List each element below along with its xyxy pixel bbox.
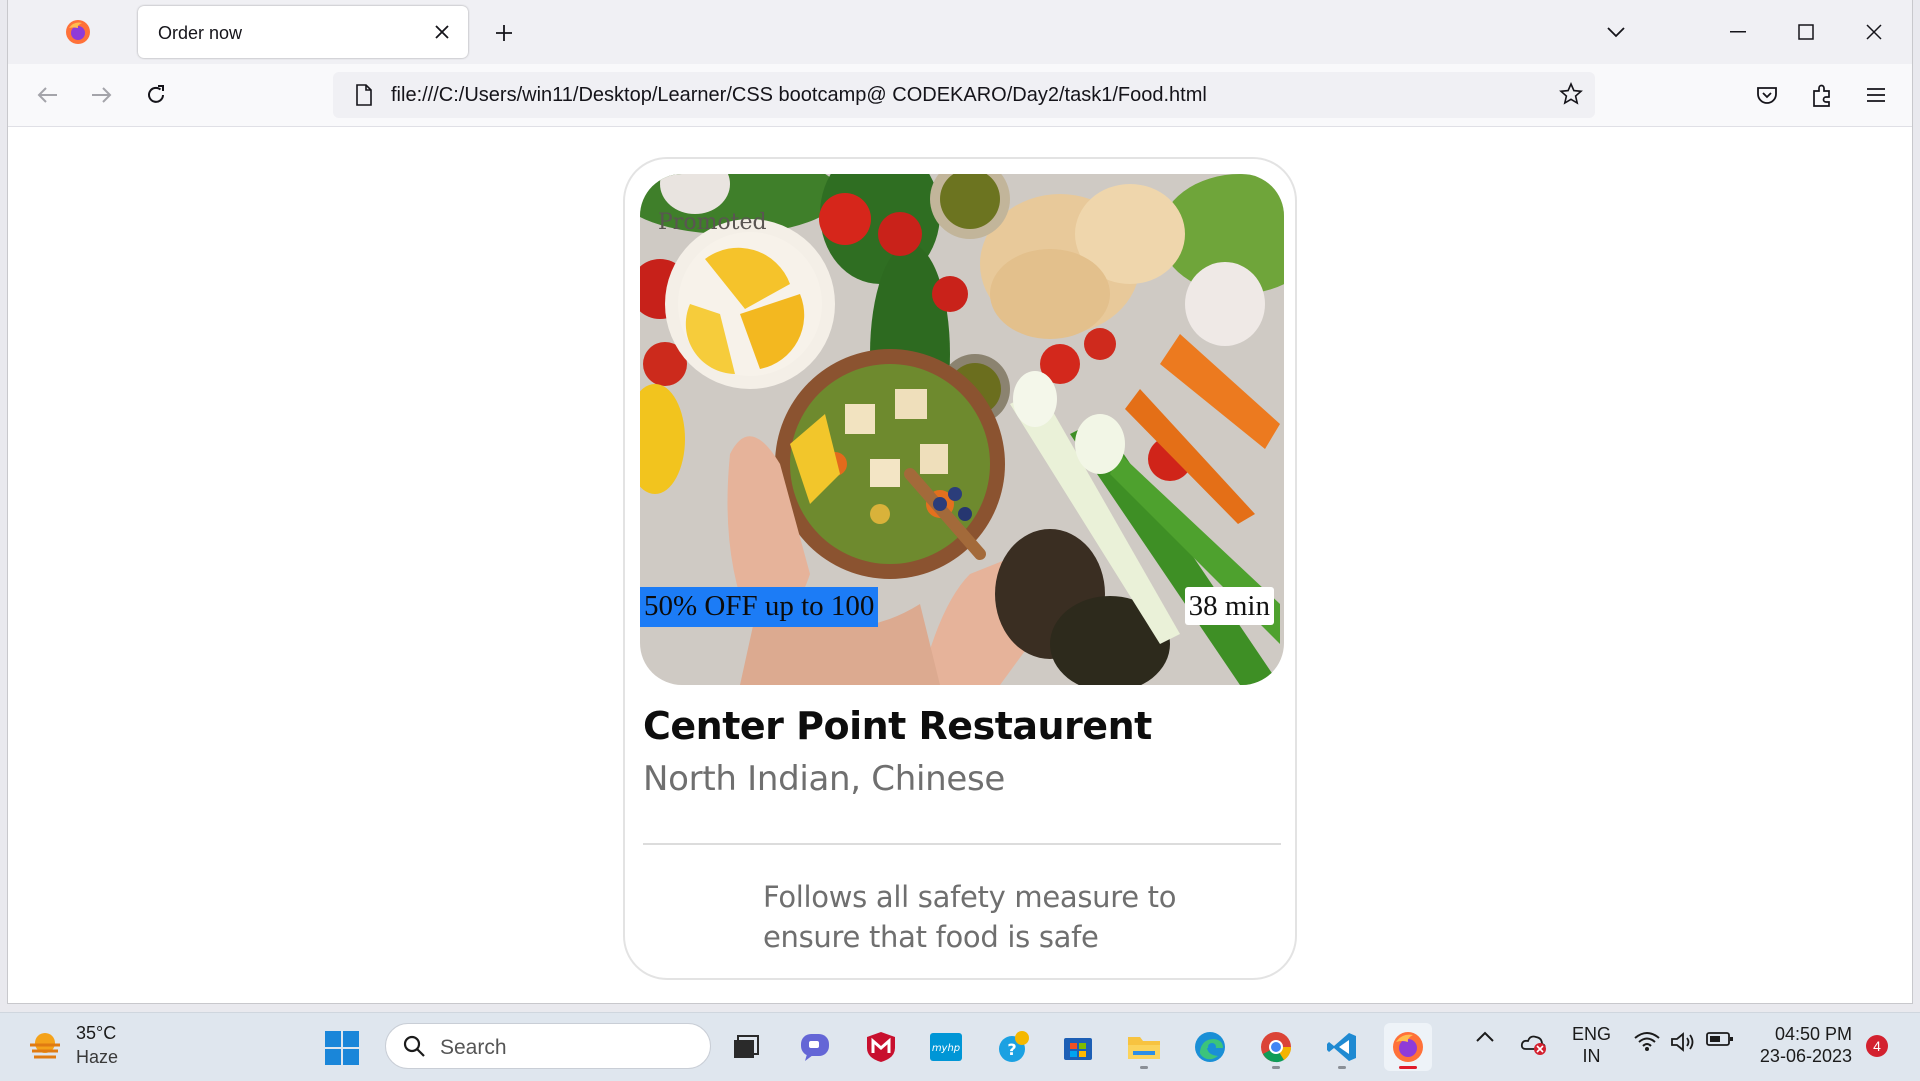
onedrive-error-icon[interactable] [1520,1031,1548,1055]
vscode-icon[interactable] [1318,1023,1366,1071]
notification-count-badge[interactable]: 4 [1866,1035,1888,1057]
running-indicator [1140,1066,1148,1069]
extensions-puzzle-icon[interactable] [1805,78,1839,112]
page-viewport: Promoted 50% OFF up to 100 38 min Center… [8,127,1912,1003]
url-text[interactable]: file:///C:/Users/win11/Desktop/Learner/C… [391,84,1207,107]
weather-temperature[interactable]: 35°C [76,1023,116,1044]
battery-icon[interactable] [1706,1031,1734,1047]
volume-icon[interactable] [1670,1031,1696,1053]
tab-title: Order now [158,23,243,43]
active-app-indicator [1399,1066,1417,1069]
food-photo: Promoted 50% OFF up to 100 38 min [640,174,1284,685]
wifi-icon[interactable] [1634,1031,1660,1051]
haze-weather-icon[interactable] [28,1031,62,1066]
address-bar[interactable]: file:///C:/Users/win11/Desktop/Learner/C… [333,72,1595,118]
region-code: IN [1582,1046,1601,1066]
system-clock[interactable]: 04:50 PM 23-06-2023 [1752,1023,1852,1067]
new-tab-button[interactable] [488,17,520,49]
card-divider [643,843,1281,845]
language-code: ENG [1572,1024,1612,1044]
myhp-icon[interactable]: myhp [922,1023,970,1071]
mcafee-icon[interactable] [857,1023,905,1071]
close-tab-icon[interactable] [430,20,454,44]
running-indicator [1338,1066,1346,1069]
running-indicator [1272,1066,1280,1069]
clock-time: 04:50 PM [1774,1024,1852,1044]
tips-icon[interactable]: ? [989,1023,1037,1071]
firefox-view-icon[interactable] [63,17,93,47]
list-all-tabs-chevron-icon[interactable] [1600,16,1632,48]
show-hidden-icons-chevron-icon[interactable] [1476,1031,1494,1043]
hamburger-menu-icon[interactable] [1859,78,1893,112]
restaurant-name[interactable]: Center Point Restaurent [643,704,1152,748]
restaurant-card[interactable]: Promoted 50% OFF up to 100 38 min Center… [623,157,1297,980]
safety-note: Follows all safety measure to ensure tha… [763,880,1177,954]
file-explorer-icon[interactable] [1120,1023,1168,1071]
svg-text:myhp: myhp [932,1043,960,1054]
promoted-label: Promoted [658,210,767,235]
weather-description[interactable]: Haze [76,1047,118,1068]
discount-offer-badge: 50% OFF up to 100 [640,587,879,627]
bookmark-star-icon[interactable] [1559,82,1583,111]
search-icon [402,1034,426,1063]
forward-arrow-icon[interactable] [85,78,119,112]
firefox-icon[interactable] [1384,1023,1432,1071]
close-window-button[interactable] [1854,12,1894,52]
tab-strip: Order now [8,0,1912,64]
minimize-button[interactable] [1718,12,1758,52]
back-arrow-icon[interactable] [30,78,64,112]
store-icon[interactable] [1054,1023,1102,1071]
windows-start-icon[interactable] [325,1031,359,1070]
input-language-indicator[interactable]: ENG IN [1572,1023,1611,1067]
svg-text:?: ? [1007,1040,1016,1059]
windows-taskbar: 35°C Haze Search myhp ? ENG IN 04:50 PM … [0,1012,1920,1081]
pocket-icon[interactable] [1750,78,1784,112]
reload-icon[interactable] [139,78,173,112]
maximize-button[interactable] [1786,12,1826,52]
navigation-toolbar: file:///C:/Users/win11/Desktop/Learner/C… [8,64,1912,127]
search-placeholder: Search [440,1036,507,1059]
taskbar-search-box[interactable]: Search [385,1023,711,1069]
task-view-icon[interactable] [722,1023,770,1071]
delivery-time-badge: 38 min [1184,587,1274,625]
clock-date: 23-06-2023 [1759,1046,1852,1066]
edge-icon[interactable] [1186,1023,1234,1071]
cuisine-list: North Indian, Chinese [643,759,1006,799]
chat-icon[interactable] [791,1023,839,1071]
tab-order-now[interactable]: Order now [138,6,468,58]
browser-window: Order now file:///C:/Users/win11/Desktop… [8,0,1912,1003]
page-document-icon [355,84,373,111]
chrome-icon[interactable] [1252,1023,1300,1071]
